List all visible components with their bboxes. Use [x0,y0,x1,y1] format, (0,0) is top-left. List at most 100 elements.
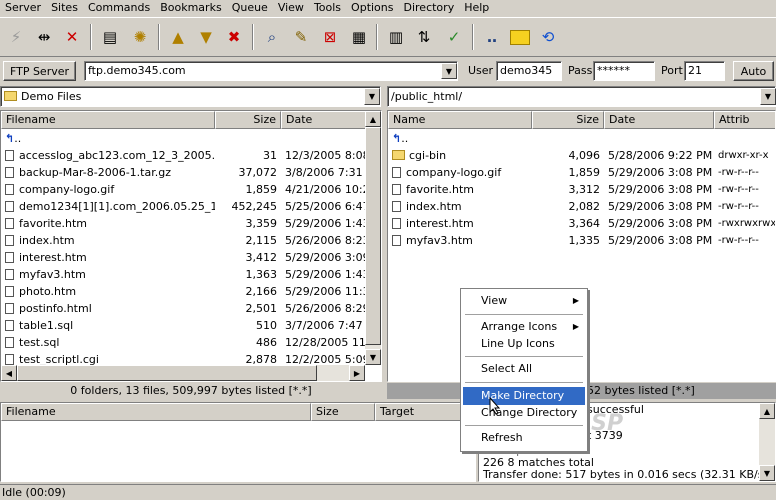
local-file-row[interactable]: favorite.htm 3,359 5/29/2006 1:43 [1,215,365,232]
remote-col-name[interactable]: Name [388,111,532,129]
remote-col-attrib[interactable]: Attrib [714,111,775,129]
file-icon [5,167,14,178]
remote-col-size[interactable]: Size [532,111,604,129]
local-file-date: 4/21/2006 10:2 [285,183,365,196]
pass-field[interactable]: ****** [593,61,655,81]
remote-file-size: 3,364 [568,217,601,230]
menu-directory[interactable]: Directory [399,0,460,15]
menu-options[interactable]: Options [346,0,398,15]
remote-file-row[interactable]: company-logo.gif 1,859 5/29/2006 3:08 PM -r… [388,164,775,181]
local-file-list[interactable]: Filename Size Date ↰.. accesslog_abc123.c… [0,110,382,382]
remote-file-row[interactable]: myfav3.htm 1,335 5/29/2006 3:08 PM -rw-r--r… [388,232,775,249]
remote-path-combo[interactable]: /public_html/ [387,86,776,107]
remote-file-row[interactable]: index.htm 2,082 5/29/2006 3:08 PM -rw-r--r-… [388,198,775,215]
remote-col-date[interactable]: Date [604,111,714,129]
new-folder-icon[interactable] [508,25,532,49]
auto-button[interactable]: Auto [733,61,774,81]
log-vertical-scrollbar[interactable]: ▲ ▼ [759,403,775,481]
edit-icon[interactable]: ✎ [289,25,313,49]
local-file-row[interactable]: accesslog_abc123.com_12_3_2005.gz 31 12/3/… [1,147,365,164]
local-file-row[interactable]: index.htm 2,115 5/26/2006 8:23 [1,232,365,249]
connect-icon[interactable]: ⚡ [4,25,28,49]
menu-item-arrange-icons[interactable]: Arrange Icons ▶ [463,318,585,336]
local-horizontal-scrollbar[interactable]: ◀ ▶ [1,365,365,381]
local-file-row[interactable]: table1.sql 510 3/7/2006 7:47 A [1,317,365,334]
scroll-down-icon[interactable]: ▼ [759,465,775,481]
remote-file-row[interactable]: favorite.htm 3,312 5/29/2006 3:08 PM -rw-r-… [388,181,775,198]
remote-path-dropdown-button[interactable]: ▼ [760,88,776,105]
local-file-size: 510 [256,319,277,332]
remote-file-row[interactable]: ↰.. [388,130,775,147]
ftp-server-button[interactable]: FTP Server [3,61,76,81]
local-file-date: 5/29/2006 3:09 [285,251,365,264]
menu-view[interactable]: View [273,0,309,15]
menu-bar: Server Sites Commands Bookmarks Queue Vi… [0,0,776,15]
menu-sites[interactable]: Sites [46,0,83,15]
download-icon[interactable]: ▼ [194,25,218,49]
menu-item-change-directory[interactable]: Change Directory [463,404,585,422]
local-scroll-thumb[interactable] [365,127,381,345]
local-file-row[interactable]: interest.htm 3,412 5/29/2006 3:09 [1,249,365,266]
delete-icon[interactable]: ⊠ [318,25,342,49]
scroll-down-icon[interactable]: ▼ [365,349,381,365]
remote-file-row[interactable]: interest.htm 3,364 5/29/2006 3:08 PM -rwxrw… [388,215,775,232]
host-field[interactable]: ftp.demo345.com [84,61,458,81]
menu-item-select-all[interactable]: Select All [463,360,585,378]
local-col-date[interactable]: Date [281,111,366,129]
menu-item-make-directory[interactable]: Make Directory [463,387,585,405]
queue-col-filename[interactable]: Filename [1,403,311,421]
menu-commands[interactable]: Commands [83,0,155,15]
local-file-row[interactable]: test.sql 486 12/28/2005 11: [1,334,365,351]
view-icon[interactable]: ⌕ [260,25,284,49]
parent-folder-icon: ↰ [5,132,15,145]
site-manager-icon[interactable]: ▤ [98,25,122,49]
menu-server[interactable]: Server [0,0,46,15]
scroll-right-icon[interactable]: ▶ [349,365,365,381]
link-icon[interactable]: ‥ [480,25,504,49]
upload-icon[interactable]: ▲ [166,25,190,49]
local-file-row[interactable]: photo.htm 2,166 5/29/2006 11:3 [1,283,365,300]
local-path-dropdown-button[interactable]: ▼ [364,88,380,105]
menu-item-refresh[interactable]: Refresh [463,429,585,447]
remote-path-text: /public_html/ [391,90,463,103]
local-vertical-scrollbar[interactable]: ▲ ▼ [365,111,381,365]
menu-queue[interactable]: Queue [227,0,273,15]
refresh-icon[interactable]: ✺ [128,25,152,49]
abort-icon[interactable]: ✕ [60,25,84,49]
local-file-row[interactable]: backup-Mar-8-2006-1.tar.gz 37,072 3/8/2006… [1,164,365,181]
queue-col-size[interactable]: Size [311,403,375,421]
rename-icon[interactable]: ▦ [347,25,371,49]
menu-bookmarks[interactable]: Bookmarks [155,0,226,15]
port-field[interactable]: 21 [684,61,725,81]
disconnect-icon[interactable]: ⇹ [32,25,56,49]
properties-icon[interactable]: ▥ [384,25,408,49]
menu-item-line-up-icons[interactable]: Line Up Icons [463,335,585,353]
user-field[interactable]: demo345 [496,61,562,81]
local-col-size[interactable]: Size [215,111,281,129]
menu-help[interactable]: Help [459,0,494,15]
local-file-size: 2,115 [245,234,278,247]
scroll-up-icon[interactable]: ▲ [365,111,381,127]
local-file-row[interactable]: myfav3.htm 1,363 5/29/2006 1:43 [1,266,365,283]
reconnect-icon[interactable]: ⟲ [536,25,560,49]
menu-item-label: Line Up Icons [481,337,555,350]
file-icon [5,201,14,212]
scroll-up-icon[interactable]: ▲ [759,403,775,419]
queue-list[interactable]: Filename Size Target [0,402,476,482]
local-file-row[interactable]: company-logo.gif 1,859 4/21/2006 10:2 [1,181,365,198]
local-col-filename[interactable]: Filename [1,111,215,129]
local-hscroll-thumb[interactable] [17,365,317,381]
local-file-row[interactable]: demo1234[1][1].com_2006.05.25_17.46 452,2… [1,198,365,215]
scroll-left-icon[interactable]: ◀ [1,365,17,381]
host-dropdown-button[interactable]: ▼ [441,63,457,79]
remote-file-row[interactable]: cgi-bin 4,096 5/28/2006 9:22 PM drwxr-xr-x [388,147,775,164]
local-file-row[interactable]: postinfo.html 2,501 5/26/2006 8:29 [1,300,365,317]
menu-item-view[interactable]: View ▶ [463,292,585,310]
menu-tools[interactable]: Tools [309,0,346,15]
sync-icon[interactable]: ✓ [442,25,466,49]
compare-icon[interactable]: ⇅ [412,25,436,49]
cancel-icon[interactable]: ✖ [222,25,246,49]
local-file-row[interactable]: ↰.. [1,130,365,147]
local-path-combo[interactable]: Demo Files [0,86,381,107]
local-file-size: 1,859 [245,183,278,196]
